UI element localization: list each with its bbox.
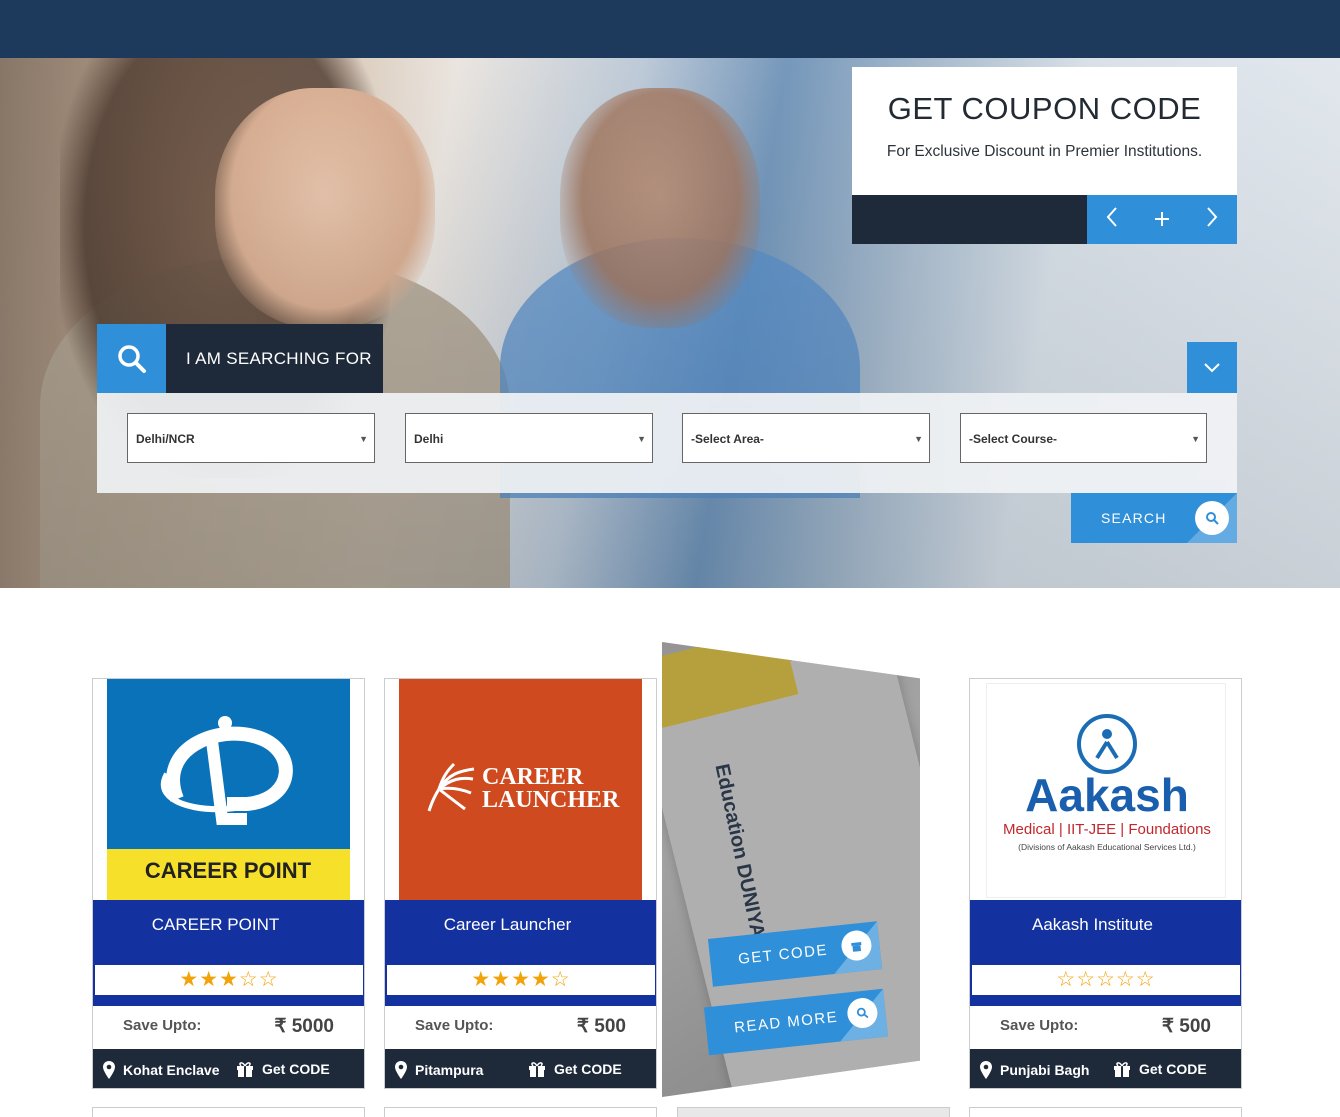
search-icon — [1195, 501, 1229, 535]
map-pin-icon — [103, 1061, 115, 1079]
collapse-button[interactable] — [1187, 342, 1237, 393]
dropdown-caret-icon: ▼ — [359, 434, 368, 444]
career-point-logo: CAREER POINT — [107, 679, 350, 900]
map-pin-icon — [980, 1061, 992, 1079]
next-row-card — [92, 1107, 365, 1117]
gift-icon — [529, 1062, 545, 1077]
city-select[interactable]: Delhi ▼ — [405, 413, 653, 463]
logo-tagline: Medical | IIT-JEE | Foundations — [1003, 821, 1211, 838]
dropdown-caret-icon: ▼ — [1191, 434, 1200, 444]
search-button-label: SEARCH — [1101, 510, 1167, 526]
institute-name: CAREER POINT — [151, 915, 280, 934]
location-label: Kohat Enclave — [123, 1062, 220, 1078]
location: Pitampura — [395, 1061, 483, 1079]
prev-arrow-icon[interactable] — [1092, 206, 1132, 234]
save-value: ₹ 5000 — [274, 1016, 334, 1037]
next-arrow-icon[interactable] — [1192, 206, 1232, 234]
save-label: Save Upto: — [1000, 1017, 1079, 1034]
get-code-label: Get CODE — [262, 1061, 330, 1077]
plus-icon[interactable] — [1142, 207, 1182, 233]
rating-stars: ★★★★☆ — [387, 965, 655, 995]
institute-name: Career Launcher — [443, 915, 572, 934]
get-code-link[interactable]: Get CODE — [1113, 1061, 1207, 1077]
card-footer: Punjabi Bagh Get CODE — [970, 1049, 1241, 1088]
read-more-button-label: READ MORE — [733, 1008, 839, 1037]
area-select[interactable]: -Select Area- ▼ — [682, 413, 930, 463]
dropdown-caret-icon: ▼ — [914, 434, 923, 444]
save-label: Save Upto: — [415, 1017, 494, 1034]
card-footer: Kohat Enclave Get CODE — [93, 1049, 364, 1088]
location-label: Pitampura — [415, 1062, 484, 1078]
institute-name: Aakash Institute — [1032, 915, 1153, 934]
coupon-subtitle: For Exclusive Discount in Premier Instit… — [886, 143, 1203, 160]
institute-card[interactable]: CAREER LAUNCHER Career Launcher ★★★★☆ Sa… — [384, 678, 657, 1089]
search-icon — [117, 344, 146, 373]
card-footer: Pitampura Get CODE — [385, 1049, 656, 1088]
slider-controls — [1087, 195, 1237, 244]
region-value: Delhi/NCR — [136, 432, 195, 446]
logo-note: (Divisions of Aakash Educational Service… — [1018, 842, 1196, 852]
coupon-card: GET COUPON CODE For Exclusive Discount i… — [852, 67, 1237, 195]
get-code-button-label: GET CODE — [737, 941, 829, 968]
chevron-down-icon — [1204, 362, 1220, 372]
next-row-card — [677, 1107, 950, 1117]
map-pin-icon — [395, 1061, 407, 1079]
institute-card[interactable]: CAREER POINT CAREER POINT ★★★☆☆ Save Upt… — [92, 678, 365, 1089]
logo-text: Aakash — [1025, 769, 1189, 821]
get-code-label: Get CODE — [554, 1061, 622, 1077]
search-tab-icon — [97, 324, 166, 393]
location: Kohat Enclave — [103, 1061, 219, 1079]
course-select[interactable]: -Select Course- ▼ — [960, 413, 1207, 463]
career-launcher-logo: CAREER LAUNCHER — [399, 679, 642, 900]
next-row-card — [384, 1107, 657, 1117]
city-value: Delhi — [414, 432, 444, 446]
rating-stars: ☆☆☆☆☆ — [972, 965, 1240, 995]
coupon-title: GET COUPON CODE — [887, 91, 1202, 126]
get-code-label: Get CODE — [1139, 1061, 1207, 1077]
gift-icon — [237, 1062, 253, 1077]
get-code-link[interactable]: Get CODE — [236, 1061, 330, 1077]
get-code-link[interactable]: Get CODE — [528, 1061, 622, 1077]
region-select[interactable]: Delhi/NCR ▼ — [127, 413, 375, 463]
search-panel: Delhi/NCR ▼ Delhi ▼ -Select Area- ▼ -Select… — [97, 393, 1237, 493]
gift-icon — [1114, 1062, 1130, 1077]
save-value: ₹ 500 — [1161, 1016, 1211, 1037]
logo-line-2: LAUNCHER — [482, 787, 620, 813]
top-navbar — [0, 0, 1340, 58]
course-value: -Select Course- — [969, 432, 1058, 446]
save-value: ₹ 500 — [576, 1016, 626, 1037]
area-value: -Select Area- — [691, 432, 764, 446]
save-label: Save Upto: — [123, 1017, 202, 1034]
institute-card[interactable]: Aakash Medical | IIT-JEE | Foundations (… — [969, 678, 1242, 1089]
dropdown-caret-icon: ▼ — [637, 434, 646, 444]
location-label: Punjabi Bagh — [1000, 1062, 1090, 1078]
location: Punjabi Bagh — [980, 1061, 1089, 1079]
next-row-card — [969, 1107, 1242, 1117]
search-button[interactable]: SEARCH — [1071, 493, 1237, 543]
logo-text: CAREER POINT — [145, 858, 312, 883]
aakash-logo: Aakash Medical | IIT-JEE | Foundations (… — [986, 683, 1226, 898]
search-tab-label: I AM SEARCHING FOR — [166, 324, 383, 393]
rating-stars: ★★★☆☆ — [95, 965, 363, 995]
